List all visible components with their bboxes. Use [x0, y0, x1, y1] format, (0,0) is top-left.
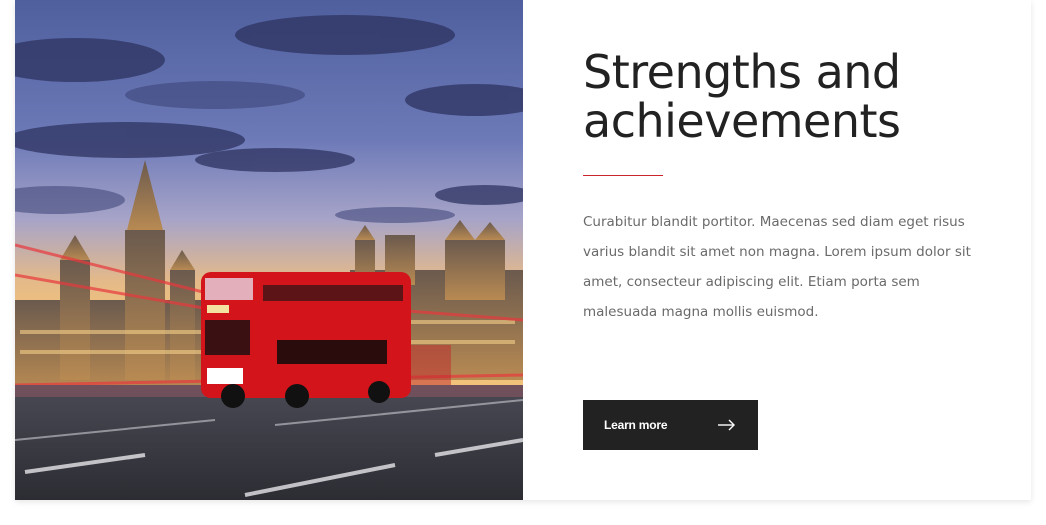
page-title: Strengths and achievements [583, 45, 901, 148]
feature-description: Curabitur blandit portitor. Maecenas sed… [583, 214, 971, 320]
feature-card: Strengths and achievements Curabitur bla… [15, 0, 1031, 500]
page: Strengths and achievements Curabitur bla… [0, 0, 1046, 525]
arrow-right-icon [718, 419, 736, 431]
london-bus-photo [15, 0, 523, 500]
feature-content: Strengths and achievements Curabitur bla… [523, 0, 1031, 500]
accent-divider [583, 175, 663, 176]
learn-more-label: Learn more [604, 418, 668, 432]
learn-more-button[interactable]: Learn more [583, 400, 758, 450]
